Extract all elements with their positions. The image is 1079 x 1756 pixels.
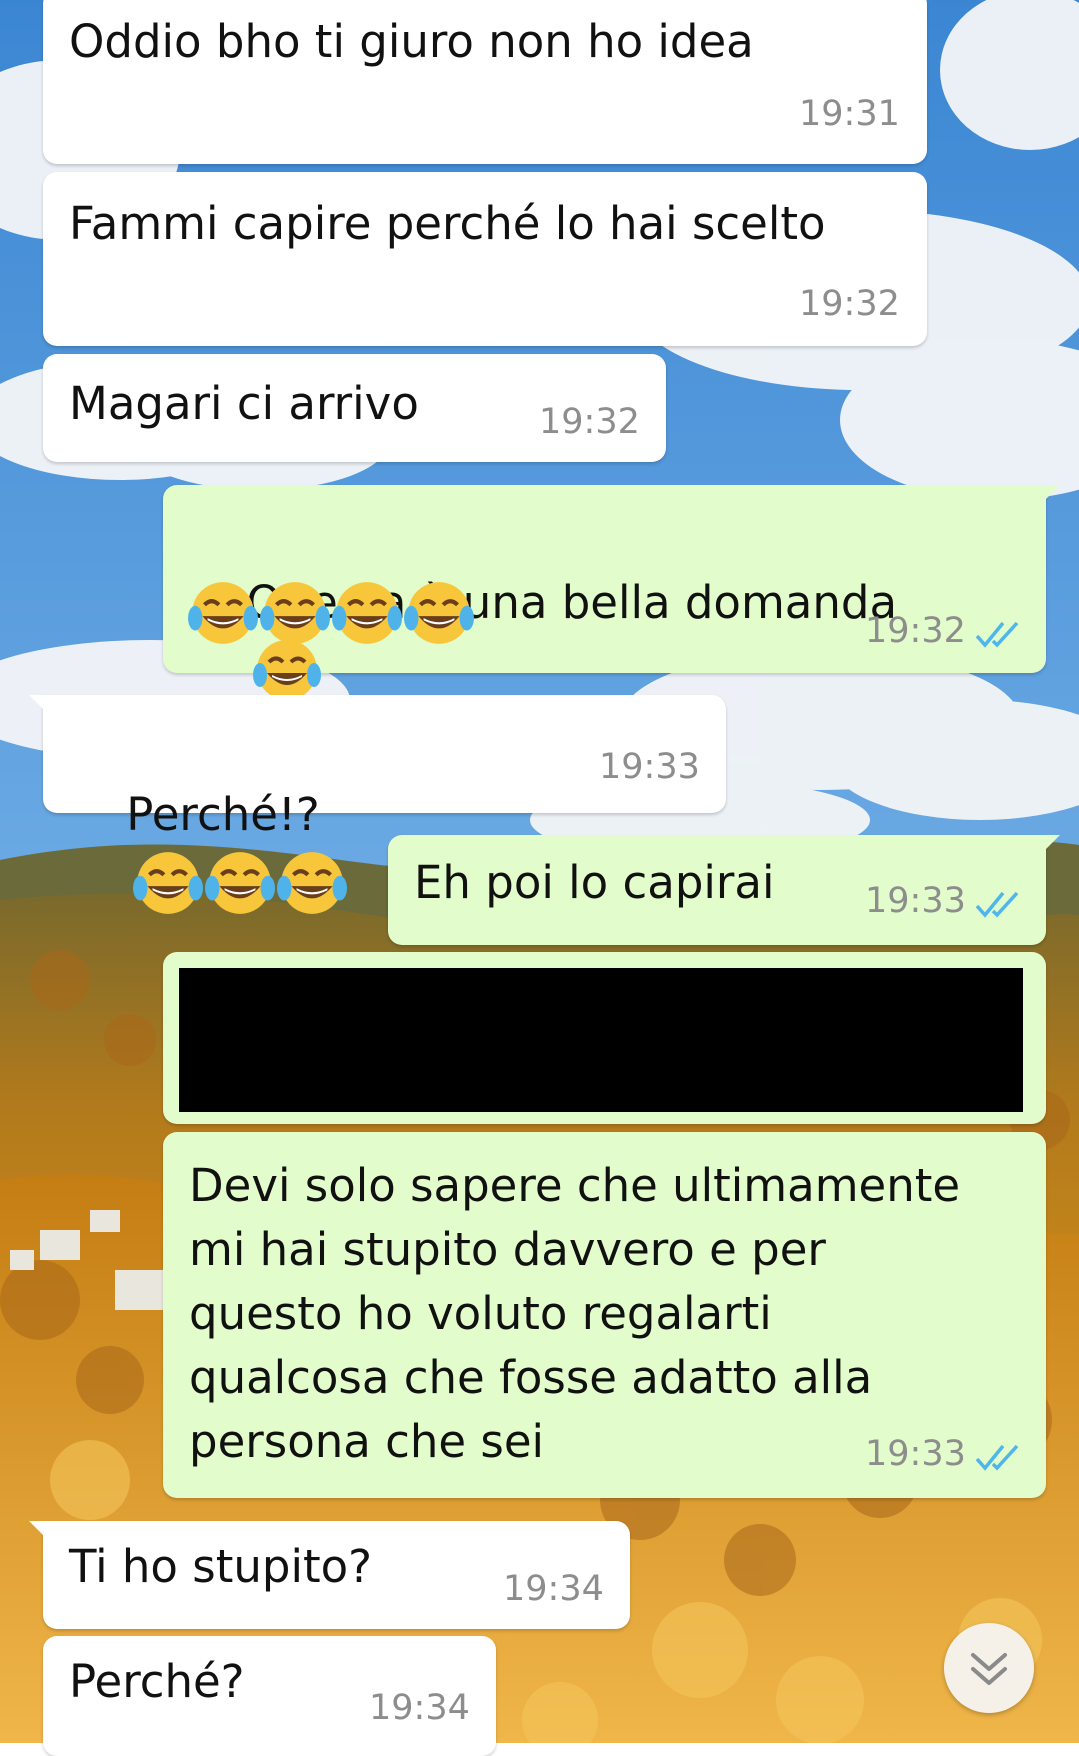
- double-check-read-icon: [975, 1444, 1019, 1471]
- message-text-content: Perché!?: [126, 788, 320, 841]
- outgoing-redacted-message-bubble[interactable]: [163, 952, 1046, 1124]
- tears-of-joy-emoji-icon: [205, 852, 276, 914]
- message-timestamp: 19:33: [865, 881, 966, 921]
- message-timestamp: 19:32: [799, 284, 900, 324]
- tears-of-joy-emoji-icon: [332, 582, 402, 644]
- incoming-message-bubble[interactable]: Magari ci arrivo 19:32: [43, 354, 666, 462]
- message-timestamp: 19:31: [799, 94, 900, 134]
- double-chevron-down-icon: [971, 1653, 1007, 1685]
- tears-of-joy-emoji-icon: [404, 582, 474, 644]
- tears-of-joy-emoji-icon: [277, 852, 348, 914]
- message-timestamp: 19:32: [539, 402, 640, 442]
- incoming-message-bubble[interactable]: Oddio bho ti giuro non ho idea 19:31: [43, 0, 927, 164]
- bubble-tail-icon: [29, 1521, 55, 1547]
- outgoing-message-bubble[interactable]: Eh poi lo capirai 19:33: [388, 835, 1060, 945]
- emoji-row: [187, 577, 475, 649]
- tears-of-joy-emoji-icon: [133, 852, 204, 914]
- double-check-read-icon: [975, 891, 1019, 918]
- outgoing-message-bubble[interactable]: Devi solo sapere che ultimamente mi hai …: [163, 1132, 1046, 1498]
- incoming-message-bubble[interactable]: Perché? 19:34: [43, 1636, 496, 1756]
- message-timestamp: 19:33: [865, 1434, 966, 1474]
- message-text: Fammi capire perché lo hai scelto: [69, 197, 826, 250]
- incoming-message-bubble[interactable]: Perché!? 19:33: [29, 695, 726, 914]
- message-timestamp: 19:34: [503, 1569, 604, 1609]
- message-timestamp: 19:34: [369, 1688, 470, 1728]
- message-timestamp: 19:32: [865, 611, 966, 651]
- incoming-message-bubble[interactable]: Ti ho stupito? 19:34: [29, 1521, 630, 1629]
- tears-of-joy-emoji-icon: [260, 582, 330, 644]
- bubble-tail-icon: [1034, 485, 1060, 511]
- double-check-read-icon: [975, 621, 1019, 648]
- bubble-tail-icon: [29, 695, 55, 721]
- message-timestamp: 19:33: [599, 747, 700, 787]
- message-text: Devi solo sapere che ultimamente mi hai …: [189, 1159, 961, 1468]
- message-text: Perché!?: [69, 719, 348, 983]
- incoming-message-bubble[interactable]: Fammi capire perché lo hai scelto 19:32: [43, 172, 927, 346]
- outgoing-message-bubble[interactable]: Questa è una bella domanda 19:32: [163, 485, 1060, 700]
- tears-of-joy-emoji-icon: [188, 582, 258, 644]
- redaction-block: [179, 968, 1023, 1112]
- message-text: Oddio bho ti giuro non ho idea: [69, 15, 754, 68]
- bubble-tail-icon: [1034, 835, 1060, 861]
- scroll-to-bottom-button[interactable]: [944, 1623, 1034, 1713]
